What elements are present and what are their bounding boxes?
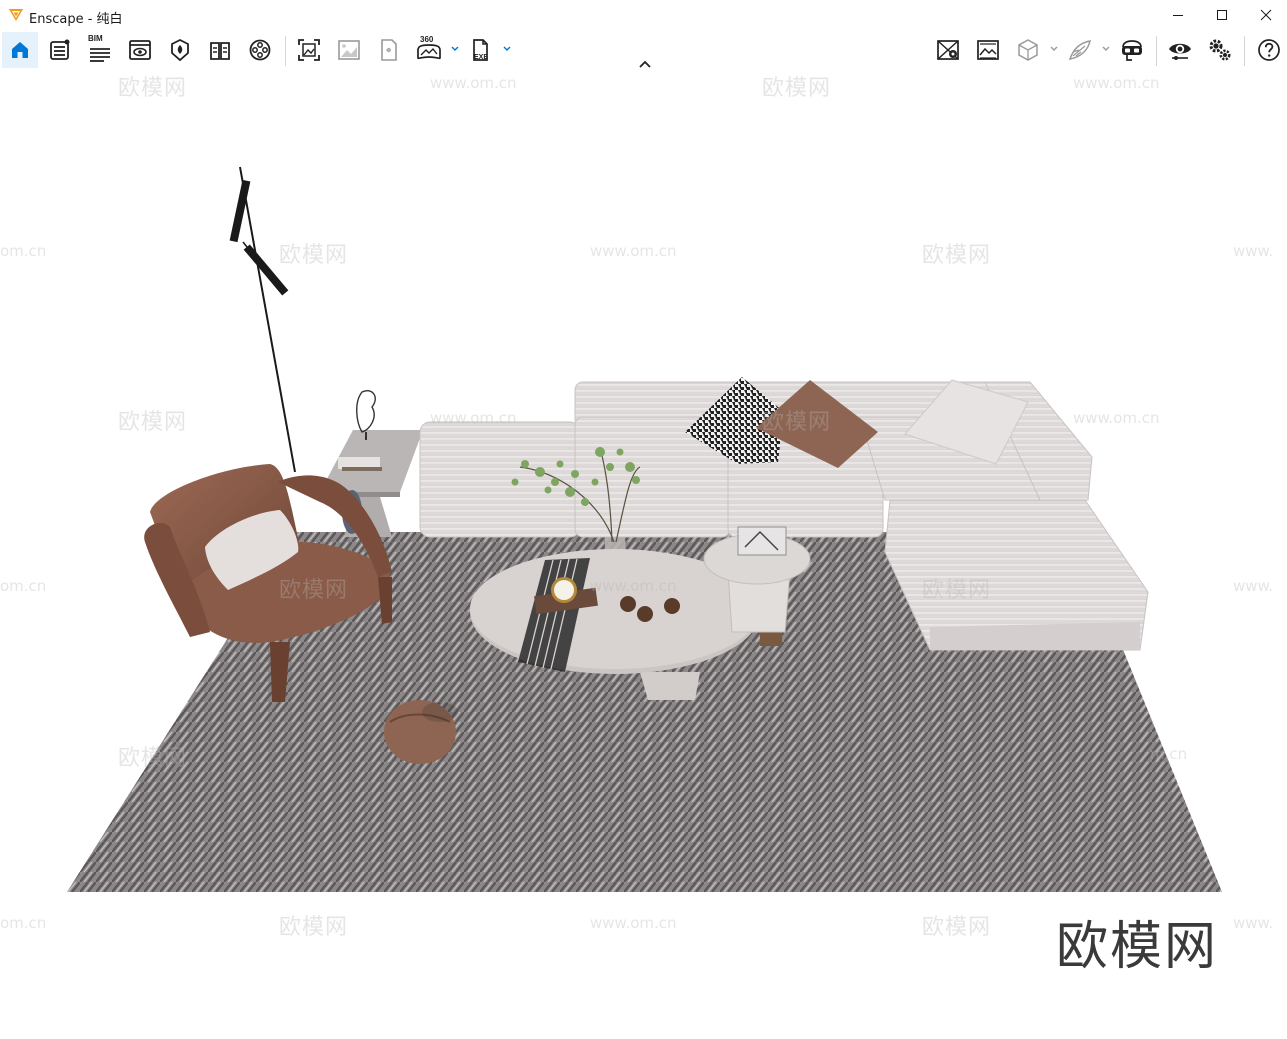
watermark-url: www.om.cn	[430, 409, 517, 427]
minimize-button[interactable]	[1155, 0, 1201, 30]
vr-headset-button[interactable]	[1114, 32, 1150, 68]
watermark-text: 欧模网	[762, 76, 832, 101]
toolbar-separator	[1156, 36, 1157, 66]
minimize-icon	[1173, 15, 1183, 16]
maximize-button[interactable]	[1199, 0, 1245, 30]
watermark-url: www.	[1233, 577, 1274, 595]
image-icon	[338, 40, 360, 60]
watermark-url: www.	[1233, 914, 1274, 932]
watermark-text: 欧模网	[279, 243, 349, 268]
watermark-url: m.cn	[1150, 745, 1188, 763]
screenshot-button[interactable]	[291, 32, 327, 68]
visual-settings-button[interactable]	[1162, 32, 1198, 68]
watermark-url: om.cn	[0, 577, 47, 595]
side-table	[320, 390, 423, 537]
vr-headset-icon	[1122, 40, 1142, 61]
living-room-scene	[67, 166, 1222, 892]
watermark-url: www.om.cn	[590, 242, 677, 260]
eye-icon	[1169, 43, 1191, 60]
main-toolbar: BIM 360 EXE	[0, 30, 1287, 72]
checklist-icon	[50, 39, 70, 60]
watermark-text: 欧模网	[922, 578, 992, 603]
window-title: Enscape - 纯白	[29, 12, 123, 27]
toolbar-separator	[285, 36, 286, 66]
file-export-icon	[381, 39, 397, 61]
feather-button[interactable]	[1062, 32, 1098, 68]
render-viewport[interactable]: 欧模网 www.om.cn 欧模网 www.om.cn om.cn 欧模网 ww…	[0, 72, 1287, 1039]
watermark-text: 欧模网	[118, 410, 188, 435]
watermark-url: www.om.cn	[1073, 74, 1160, 92]
screenshot-icon	[298, 39, 320, 61]
gallery-button[interactable]	[331, 32, 367, 68]
watermark-url: www.om.cn	[1073, 409, 1160, 427]
gears-icon	[1209, 39, 1231, 61]
collapse-toolbar-chevron-up-icon[interactable]	[636, 58, 654, 70]
watermark-text: 欧模网	[118, 76, 188, 101]
general-settings-button[interactable]	[1202, 32, 1238, 68]
film-reel-icon	[249, 39, 271, 61]
material-icon	[171, 38, 189, 62]
feather-dropdown-chevron-icon[interactable]	[1101, 44, 1111, 54]
watermark-text: 欧模网	[922, 243, 992, 268]
watermark-text: 欧模网	[118, 746, 188, 771]
watermark-url: www.	[1233, 242, 1274, 260]
watermark-url: om.cn	[0, 914, 47, 932]
panorama-button[interactable]: 360	[411, 32, 447, 68]
toolbar-separator	[1244, 36, 1245, 66]
view-button[interactable]	[122, 32, 158, 68]
bim-label: BIM	[88, 34, 103, 43]
maximize-icon	[1217, 10, 1227, 20]
floor-lamp	[229, 166, 296, 473]
panorama-360-label: 360	[420, 35, 434, 44]
cube-icon	[1018, 39, 1038, 61]
book-button[interactable]	[202, 32, 238, 68]
render-image-button[interactable]	[970, 32, 1006, 68]
watermark-url: www.om.cn	[590, 914, 677, 932]
watermark-url: www.om.cn	[430, 74, 517, 92]
exe-label: EXE	[474, 54, 489, 61]
panorama-dropdown-chevron-icon[interactable]	[450, 44, 460, 54]
watermark-text: 欧模网	[279, 578, 349, 603]
view-window-icon	[129, 40, 151, 60]
feather-icon	[1068, 40, 1091, 60]
home-button[interactable]	[2, 32, 38, 68]
enscape-window: Enscape - 纯白 BIM 360 EXE 欧模网 www.om.cn 欧…	[0, 0, 1287, 1039]
home-icon	[12, 42, 28, 58]
bim-button[interactable]: BIM	[82, 32, 118, 68]
cube-dropdown-chevron-icon[interactable]	[1049, 44, 1059, 54]
export-file-button[interactable]	[371, 32, 407, 68]
help-button[interactable]	[1251, 32, 1287, 68]
enscape-logo-icon	[9, 9, 23, 21]
title-bar[interactable]: Enscape - 纯白	[0, 0, 1287, 30]
map-pin-icon	[937, 40, 959, 60]
help-icon	[1258, 39, 1280, 61]
cube-button[interactable]	[1010, 32, 1046, 68]
book-icon	[210, 42, 230, 60]
watermark-text: 欧模网	[922, 915, 992, 940]
watermark-text: 欧模网	[762, 410, 832, 435]
exe-dropdown-chevron-icon[interactable]	[502, 44, 512, 54]
brand-logo-text: 欧模网	[1056, 917, 1219, 977]
close-button[interactable]	[1243, 0, 1287, 30]
exe-export-button[interactable]: EXE	[463, 32, 499, 68]
landscape-icon	[977, 40, 999, 60]
watermark-url: www.om.cn	[590, 577, 677, 595]
asset-library-button[interactable]	[242, 32, 278, 68]
close-icon	[1260, 9, 1272, 21]
capture-views-button[interactable]	[930, 32, 966, 68]
watermark-text: 欧模网	[279, 915, 349, 940]
settings-checklist-button[interactable]	[42, 32, 78, 68]
watermark-url: om.cn	[0, 242, 47, 260]
material-button[interactable]	[162, 32, 198, 68]
